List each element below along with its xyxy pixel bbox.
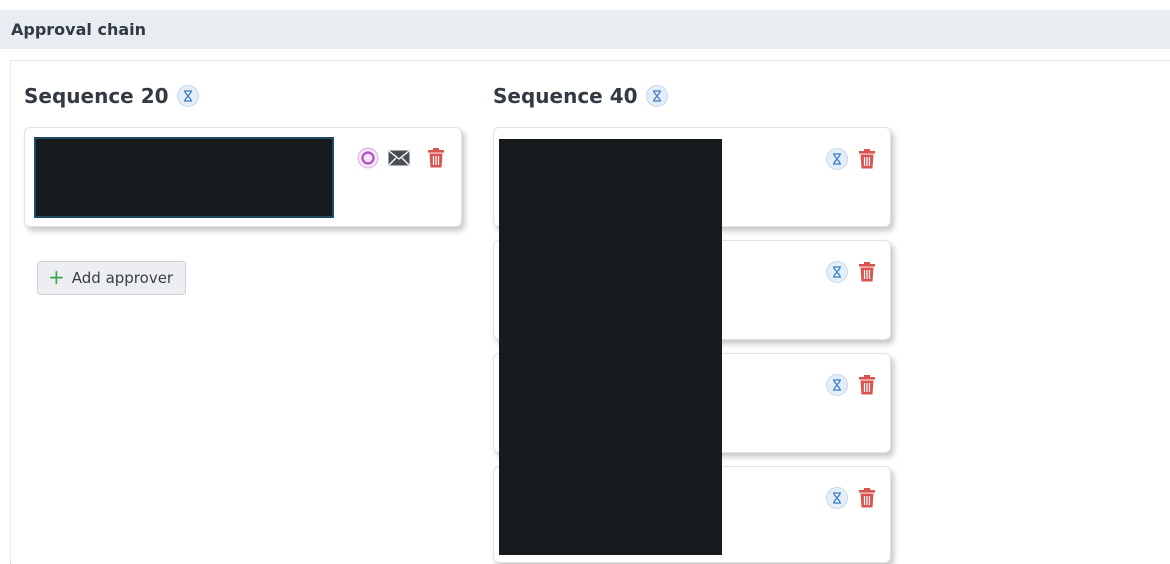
hourglass-icon[interactable] (826, 487, 848, 509)
in-progress-icon[interactable] (357, 147, 379, 169)
approver-card (24, 127, 462, 227)
sequence-20-header: Sequence 20 (24, 84, 199, 108)
hourglass-icon[interactable] (826, 148, 848, 170)
trash-icon[interactable] (427, 147, 445, 169)
sequence-40-header: Sequence 40 (493, 84, 668, 108)
add-approver-button[interactable]: + Add approver (37, 261, 186, 295)
hourglass-icon (176, 85, 199, 107)
trash-icon[interactable] (858, 374, 876, 396)
hourglass-icon[interactable] (826, 374, 848, 396)
redacted-approver-name (34, 137, 334, 218)
section-header: Approval chain (0, 10, 1170, 49)
add-approver-label: Add approver (71, 269, 174, 287)
sequence-title: Sequence 40 (493, 84, 638, 108)
redacted-approver-names (499, 139, 722, 555)
trash-icon[interactable] (858, 148, 876, 170)
trash-icon[interactable] (858, 261, 876, 283)
plus-icon: + (48, 265, 65, 289)
sequence-title: Sequence 20 (24, 84, 169, 108)
envelope-icon[interactable] (388, 150, 410, 166)
hourglass-icon[interactable] (826, 261, 848, 283)
hourglass-icon (645, 85, 668, 107)
trash-icon[interactable] (858, 487, 876, 509)
section-title: Approval chain (11, 20, 146, 39)
